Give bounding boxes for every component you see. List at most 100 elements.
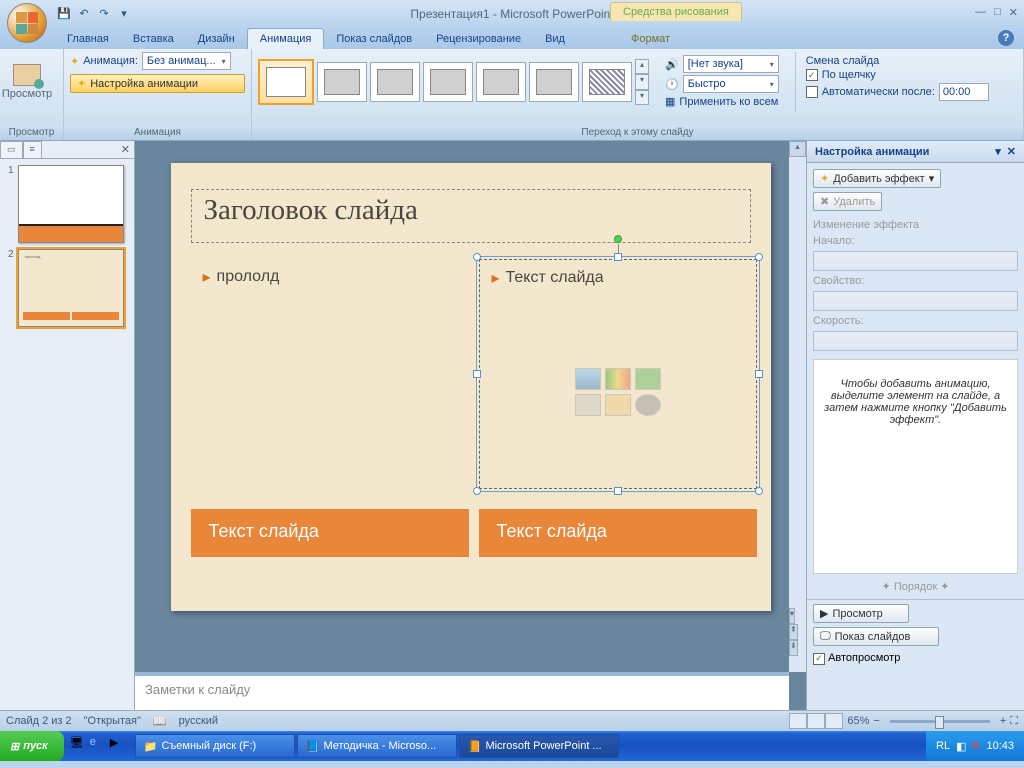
zoom-in-icon[interactable]: + (1000, 715, 1006, 727)
ql-desktop-icon[interactable]: 🖥 (70, 736, 88, 756)
save-icon[interactable]: 💾 (55, 5, 73, 23)
thumbs-tab-outline[interactable]: ≡ (23, 141, 42, 158)
powerpoint-icon: 📙 (468, 740, 482, 753)
spellcheck-icon[interactable]: 📖 (153, 715, 167, 728)
slide-thumbnail-1[interactable]: 1 (8, 165, 126, 243)
remove-effect-button: ✖Удалить (813, 192, 882, 211)
resize-handle[interactable] (755, 253, 763, 261)
content-placeholder-right[interactable]: Текст слайда (479, 259, 757, 489)
maximize-icon[interactable]: □ (994, 6, 1001, 19)
transition-item[interactable] (529, 62, 579, 102)
taskpane-close-icon[interactable]: ✕ (1007, 145, 1016, 158)
text-placeholder-bottom-right[interactable]: Текст слайда (479, 509, 757, 557)
thumbs-close-icon[interactable]: ✕ (117, 141, 134, 158)
zoom-level[interactable]: 65% (847, 715, 869, 727)
qat-more-icon[interactable]: ▾ (115, 5, 133, 23)
slideshow-view-icon[interactable] (825, 713, 843, 729)
text-placeholder-bottom-left[interactable]: Текст слайда (191, 509, 469, 557)
ql-ie-icon[interactable]: e (90, 736, 108, 756)
speed-combo[interactable]: Быстро (683, 75, 779, 93)
slide-thumbnail-2[interactable]: 2 прололд (8, 249, 126, 327)
auto-time-input[interactable]: 00:00 (939, 83, 989, 101)
insert-media-icon[interactable] (635, 394, 661, 416)
rotate-handle[interactable] (614, 235, 622, 243)
tab-view[interactable]: Вид (533, 29, 577, 49)
tab-animation[interactable]: Анимация (247, 28, 325, 49)
add-effect-button[interactable]: ✦Добавить эффект ▾ (813, 169, 941, 188)
tab-design[interactable]: Дизайн (186, 29, 247, 49)
zoom-out-icon[interactable]: − (873, 715, 879, 727)
sorter-view-icon[interactable] (807, 713, 825, 729)
insert-smartart-icon[interactable] (635, 368, 661, 390)
resize-handle[interactable] (755, 487, 763, 495)
content-insert-icons[interactable] (575, 368, 661, 416)
language-indicator[interactable]: русский (179, 715, 218, 727)
property-combo (813, 291, 1018, 311)
remove-icon: ✖ (820, 195, 829, 208)
transition-item[interactable] (370, 62, 420, 102)
vertical-scrollbar[interactable]: ▴▾⇞⇟ (789, 141, 806, 672)
animation-combo[interactable]: Без анимац... (142, 52, 231, 70)
autopreview-checkbox[interactable]: ✓ (813, 653, 825, 665)
tab-insert[interactable]: Вставка (121, 29, 186, 49)
undo-icon[interactable]: ↶ (75, 5, 93, 23)
transition-item[interactable] (317, 62, 367, 102)
insert-table-icon[interactable] (575, 368, 601, 390)
group-animation-label: Анимация (64, 127, 251, 138)
resize-handle[interactable] (755, 370, 763, 378)
window-title: Презентация1 - Microsoft PowerPoint (410, 7, 613, 21)
office-button[interactable] (7, 3, 47, 43)
transition-item[interactable] (476, 62, 526, 102)
taskpane-preview-button[interactable]: ▶ Просмотр (813, 604, 909, 623)
tray-kaspersky-icon[interactable]: K (973, 740, 981, 752)
slide-title-placeholder[interactable]: Заголовок слайда (191, 189, 751, 243)
custom-animation-button[interactable]: ✦ Настройка анимации (70, 74, 245, 93)
resize-handle[interactable] (614, 253, 622, 261)
resize-handle[interactable] (473, 487, 481, 495)
preview-button[interactable]: Просмотр (6, 52, 48, 112)
taskpane-slideshow-button[interactable]: 🖵 Показ слайдов (813, 627, 939, 646)
resize-handle[interactable] (473, 370, 481, 378)
close-icon[interactable]: ✕ (1009, 6, 1018, 19)
insert-clipart-icon[interactable] (605, 394, 631, 416)
tray-lang[interactable]: RL (936, 740, 950, 752)
taskpane-menu-icon[interactable]: ▾ (995, 145, 1001, 158)
notes-pane[interactable]: Заметки к слайду (135, 672, 789, 710)
insert-chart-icon[interactable] (605, 368, 631, 390)
zoom-slider[interactable] (890, 720, 990, 723)
transition-item[interactable] (582, 62, 632, 102)
content-placeholder-left[interactable]: прололд (191, 259, 469, 489)
auto-after-checkbox[interactable] (806, 86, 818, 98)
transition-none[interactable] (258, 59, 314, 105)
fit-window-icon[interactable]: ⛶ (1010, 715, 1018, 728)
tab-review[interactable]: Рецензирование (424, 29, 533, 49)
help-icon[interactable]: ? (998, 30, 1014, 46)
minimize-icon[interactable]: — (975, 6, 986, 19)
ql-media-icon[interactable]: ▶ (110, 736, 128, 756)
normal-view-icon[interactable] (789, 713, 807, 729)
thumbs-tab-slides[interactable]: ▭ (0, 141, 23, 158)
on-click-checkbox[interactable]: ✓ (806, 69, 818, 81)
taskbar-item[interactable]: 📁Съемный диск (F:) (135, 734, 295, 758)
insert-picture-icon[interactable] (575, 394, 601, 416)
resize-handle[interactable] (614, 487, 622, 495)
tab-home[interactable]: Главная (55, 29, 121, 49)
transition-gallery[interactable]: ▴▾▾ (258, 52, 649, 112)
tab-slideshow[interactable]: Показ слайдов (324, 29, 424, 49)
transition-item[interactable] (423, 62, 473, 102)
start-button[interactable]: ⊞пуск (0, 731, 64, 761)
tray-icon[interactable]: ◧ (956, 740, 966, 753)
tab-format[interactable]: Формат (619, 29, 682, 49)
taskbar-item[interactable]: 📘Методичка - Microso... (297, 734, 457, 758)
windows-icon: ⊞ (10, 740, 19, 753)
slide-canvas[interactable]: Заголовок слайда прололд Текст слайда (171, 163, 771, 611)
resize-handle[interactable] (473, 253, 481, 261)
folder-icon: 📁 (144, 740, 158, 753)
apply-all-button[interactable]: ▦Применить ко всем (665, 95, 779, 108)
sound-icon: 🔊 (665, 58, 679, 71)
redo-icon[interactable]: ↷ (95, 5, 113, 23)
tray-clock[interactable]: 10:43 (986, 740, 1014, 752)
gallery-more[interactable]: ▴▾▾ (635, 59, 649, 105)
taskbar-item[interactable]: 📙Microsoft PowerPoint ... (459, 734, 619, 758)
sound-combo[interactable]: [Нет звука] (683, 55, 779, 73)
